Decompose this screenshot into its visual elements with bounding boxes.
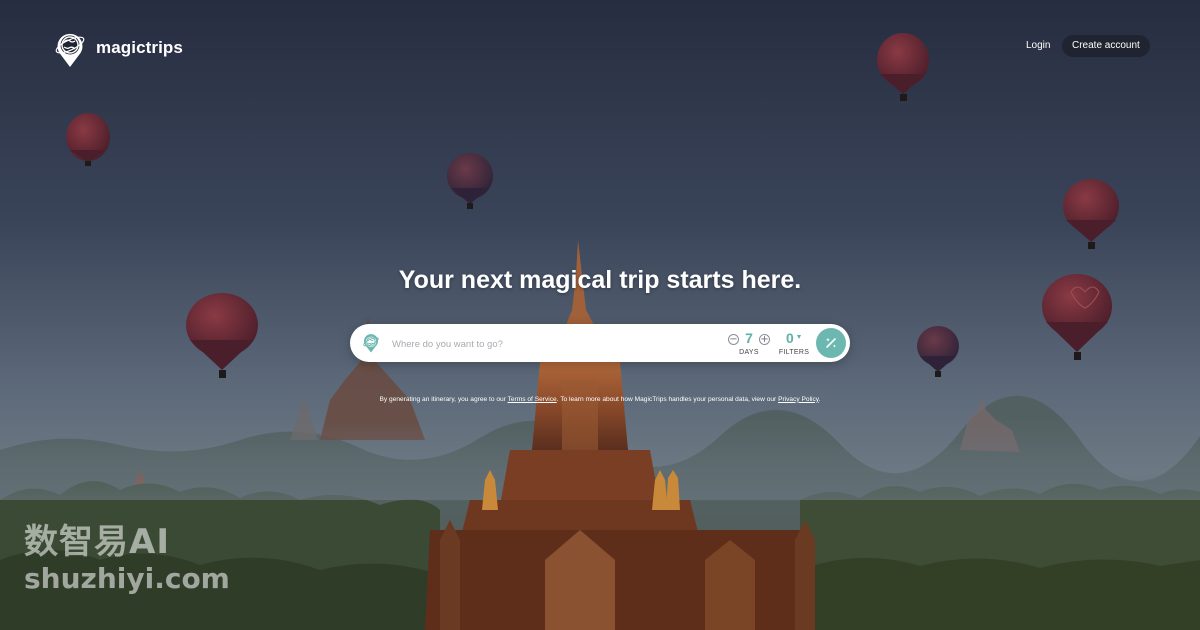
minus-circle-icon[interactable]: − [728, 334, 739, 345]
disclaimer-suffix: . [818, 395, 821, 403]
filters-label: FILTERS [778, 349, 810, 356]
trip-search-bar: − 7 + DAYS 0 FILTERS [350, 324, 850, 362]
magic-wand-icon [826, 338, 836, 348]
hero-headline: Your next magical trip starts here. [398, 266, 802, 294]
watermark-line-1: 数智易AI [24, 522, 170, 562]
terms-of-service-link[interactable]: Terms of Service [508, 396, 557, 403]
destination-input[interactable] [390, 333, 694, 355]
days-stepper: − 7 + DAYS [726, 330, 772, 358]
caret-down-icon [797, 335, 801, 339]
filters-dropdown[interactable]: 0 FILTERS [776, 330, 812, 358]
privacy-policy-link[interactable]: Privacy Policy [778, 396, 819, 403]
disclaimer-middle: . To learn more about how MagicTrips han… [556, 395, 779, 403]
plus-circle-icon[interactable]: + [759, 334, 770, 345]
generate-itinerary-button[interactable] [816, 328, 846, 358]
disclaimer-prefix: By generating an itinerary, you agree to… [379, 395, 508, 403]
terms-disclaimer: By generating an itinerary, you agree to… [0, 396, 1200, 403]
brand-name: magictrips [96, 38, 183, 57]
filters-count: 0 [786, 330, 794, 346]
login-link[interactable]: Login [1018, 36, 1058, 56]
create-account-button[interactable]: Create account [1062, 35, 1150, 57]
days-label: DAYS [739, 349, 759, 356]
days-value: 7 [745, 330, 753, 346]
watermark-line-2: shuzhiyi.com [24, 562, 230, 595]
brand-logo-link[interactable]: magictrips [50, 28, 183, 68]
watermark: 数智易AI shuzhiyi.com [24, 522, 230, 596]
top-navigation: magictrips Login Create account [0, 0, 1200, 96]
globe-pin-icon [55, 33, 85, 67]
globe-icon [363, 334, 379, 353]
